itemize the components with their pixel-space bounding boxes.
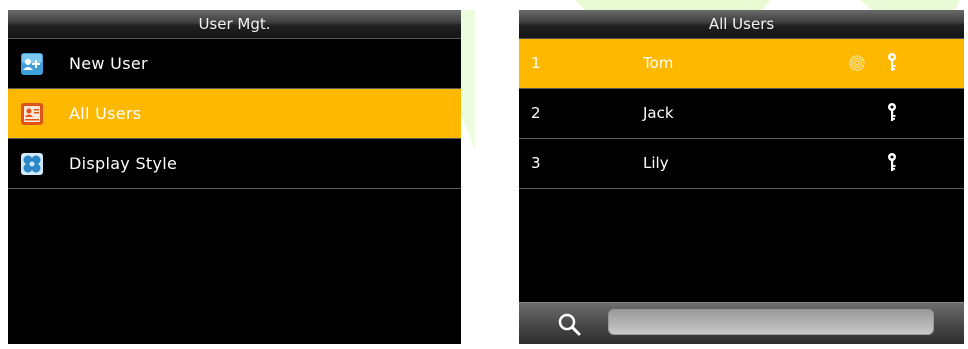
user-name: Jack [643,104,674,122]
fingerprint-icon [849,55,865,71]
key-icon [888,103,896,121]
user-name: Lily [643,154,669,172]
menu-item-display-style[interactable]: Display Style [8,139,461,189]
key-icon [888,53,896,71]
menu-item-label: New User [69,54,148,73]
new-user-icon [21,52,43,75]
search-icon[interactable] [557,312,581,336]
user-number: 1 [531,54,541,72]
screen-title: User Mgt. [8,10,461,39]
user-row[interactable]: 3 Lily [519,139,964,189]
search-input[interactable] [608,309,934,335]
search-bar [519,302,964,344]
display-style-icon [21,152,43,175]
menu-item-new-user[interactable]: New User [8,39,461,89]
menu-item-all-users[interactable]: All Users [8,89,461,139]
user-number: 3 [531,154,541,172]
all-users-screen: All Users 1 Tom 2 Jack 3 Lily [519,10,964,344]
menu-item-label: Display Style [69,154,178,173]
user-row[interactable]: 2 Jack [519,89,964,139]
key-icon [888,153,896,171]
user-name: Tom [643,54,674,72]
all-users-icon [21,102,43,125]
user-row[interactable]: 1 Tom [519,39,964,89]
user-management-screen: User Mgt. New User All Users Display Sty… [8,10,461,344]
screen-title: All Users [519,10,964,39]
menu-item-label: All Users [69,104,142,123]
user-number: 2 [531,104,541,122]
